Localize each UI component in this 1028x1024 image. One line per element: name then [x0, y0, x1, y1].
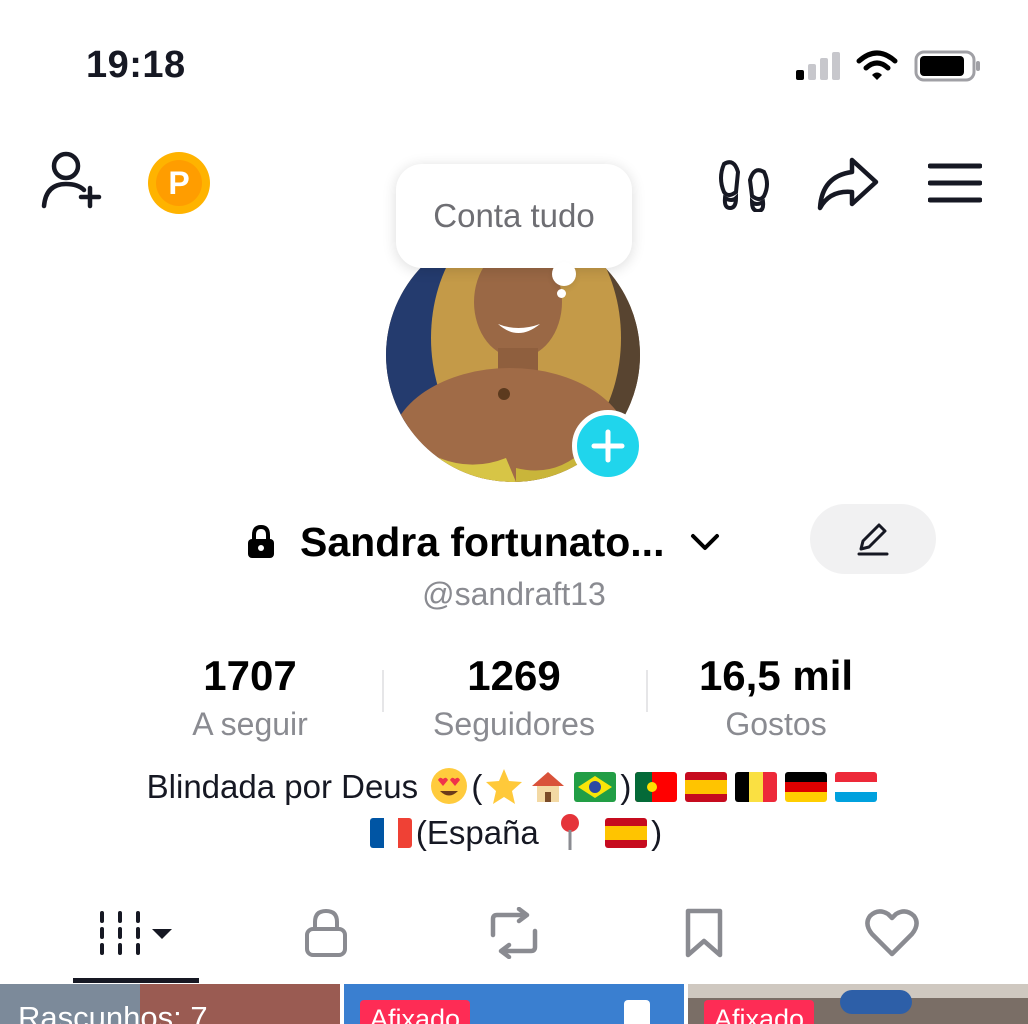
pinned-badge: Afixado	[360, 1000, 471, 1024]
tab-indicator	[73, 978, 199, 983]
battery-icon	[914, 50, 980, 82]
likes-count: 16,5 mil	[698, 652, 854, 699]
tab-reposts[interactable]	[474, 898, 554, 968]
star-emoji-icon	[486, 769, 523, 804]
add-friend-button[interactable]	[40, 150, 108, 212]
share-profile-button[interactable]	[816, 156, 880, 212]
videos-grid-icon	[100, 911, 172, 955]
bookmark-icon	[685, 908, 723, 958]
france-flag-icon	[369, 818, 412, 848]
bio-paren-close: )	[651, 814, 663, 851]
spain-flag-icon	[685, 772, 728, 802]
avatar-add-button[interactable]	[572, 410, 644, 482]
germany-flag-icon	[785, 772, 828, 802]
following-count: 1707	[203, 652, 297, 699]
status-time: 19:18	[86, 44, 186, 86]
video-cell[interactable]: Afixado	[344, 984, 684, 1024]
wifi-icon	[856, 50, 898, 80]
bio-paren-open: (	[471, 768, 483, 805]
tab-favorites[interactable]	[664, 898, 744, 968]
tab-videos[interactable]	[73, 898, 199, 968]
bio-line-2: (España )	[0, 810, 1028, 856]
menu-button[interactable]	[927, 162, 983, 206]
video-cell[interactable]: Afixado	[688, 984, 1028, 1024]
tab-private[interactable]	[286, 898, 366, 968]
followers-label: Seguidores	[433, 706, 595, 742]
coin-button[interactable]: P	[148, 152, 210, 214]
pinned-badge: Afixado	[704, 1000, 815, 1024]
portugal-flag-icon	[635, 772, 678, 802]
house-emoji-icon	[532, 772, 565, 802]
plus-icon	[591, 429, 625, 463]
caret-down-icon	[152, 929, 172, 939]
display-name-row[interactable]: Sandra fortunato...	[246, 514, 720, 570]
heart-icon	[865, 909, 919, 957]
belgium-flag-icon	[735, 772, 778, 802]
drafts-label: Rascunhos: 7	[18, 1000, 208, 1024]
tooltip: Conta tudo	[396, 164, 632, 268]
followers-count: 1269	[467, 652, 561, 699]
brazil-flag-icon	[574, 772, 617, 802]
lock-icon	[305, 908, 347, 957]
repost-icon	[490, 907, 538, 959]
menu-icon	[927, 163, 983, 203]
bio-line-1: Blindada por Deus ()	[0, 764, 1028, 810]
cellular-signal-icon	[796, 52, 840, 80]
tooltip-dot	[557, 289, 566, 298]
username: @sandraft13	[422, 576, 606, 612]
bio-paren-close: )	[620, 768, 632, 805]
share-icon	[817, 157, 879, 211]
tab-liked[interactable]	[852, 898, 932, 968]
chevron-down-icon	[691, 534, 720, 550]
lock-icon	[248, 524, 274, 558]
tooltip-text: Conta tudo	[433, 197, 595, 234]
bio: Blindada por Deus () (España )	[0, 764, 1028, 856]
coin-icon: P	[156, 160, 202, 206]
heart-eyes-emoji-icon	[431, 768, 468, 804]
edit-pencil-icon	[857, 523, 889, 556]
followers-stat[interactable]: 1269 Seguidores	[384, 650, 644, 746]
add-friend-icon	[41, 151, 102, 209]
luxembourg-flag-icon	[835, 772, 878, 802]
pin-emoji-icon	[560, 814, 579, 850]
footprint-icon	[719, 160, 769, 214]
profile-views-button[interactable]	[716, 158, 772, 214]
likes-stat[interactable]: 16,5 mil Gostos	[646, 650, 906, 746]
display-name: Sandra fortunato...	[300, 518, 665, 565]
bio-text: Blindada por Deus	[146, 768, 419, 805]
following-label: A seguir	[192, 706, 308, 742]
bio-location-text: (España	[415, 814, 539, 851]
tooltip-tail	[552, 262, 576, 286]
likes-label: Gostos	[725, 706, 827, 742]
following-stat[interactable]: 1707 A seguir	[120, 650, 380, 746]
edit-profile-button[interactable]	[810, 504, 936, 574]
spain-flag-icon	[605, 818, 648, 848]
drafts-cell[interactable]: Rascunhos: 7	[0, 984, 340, 1024]
